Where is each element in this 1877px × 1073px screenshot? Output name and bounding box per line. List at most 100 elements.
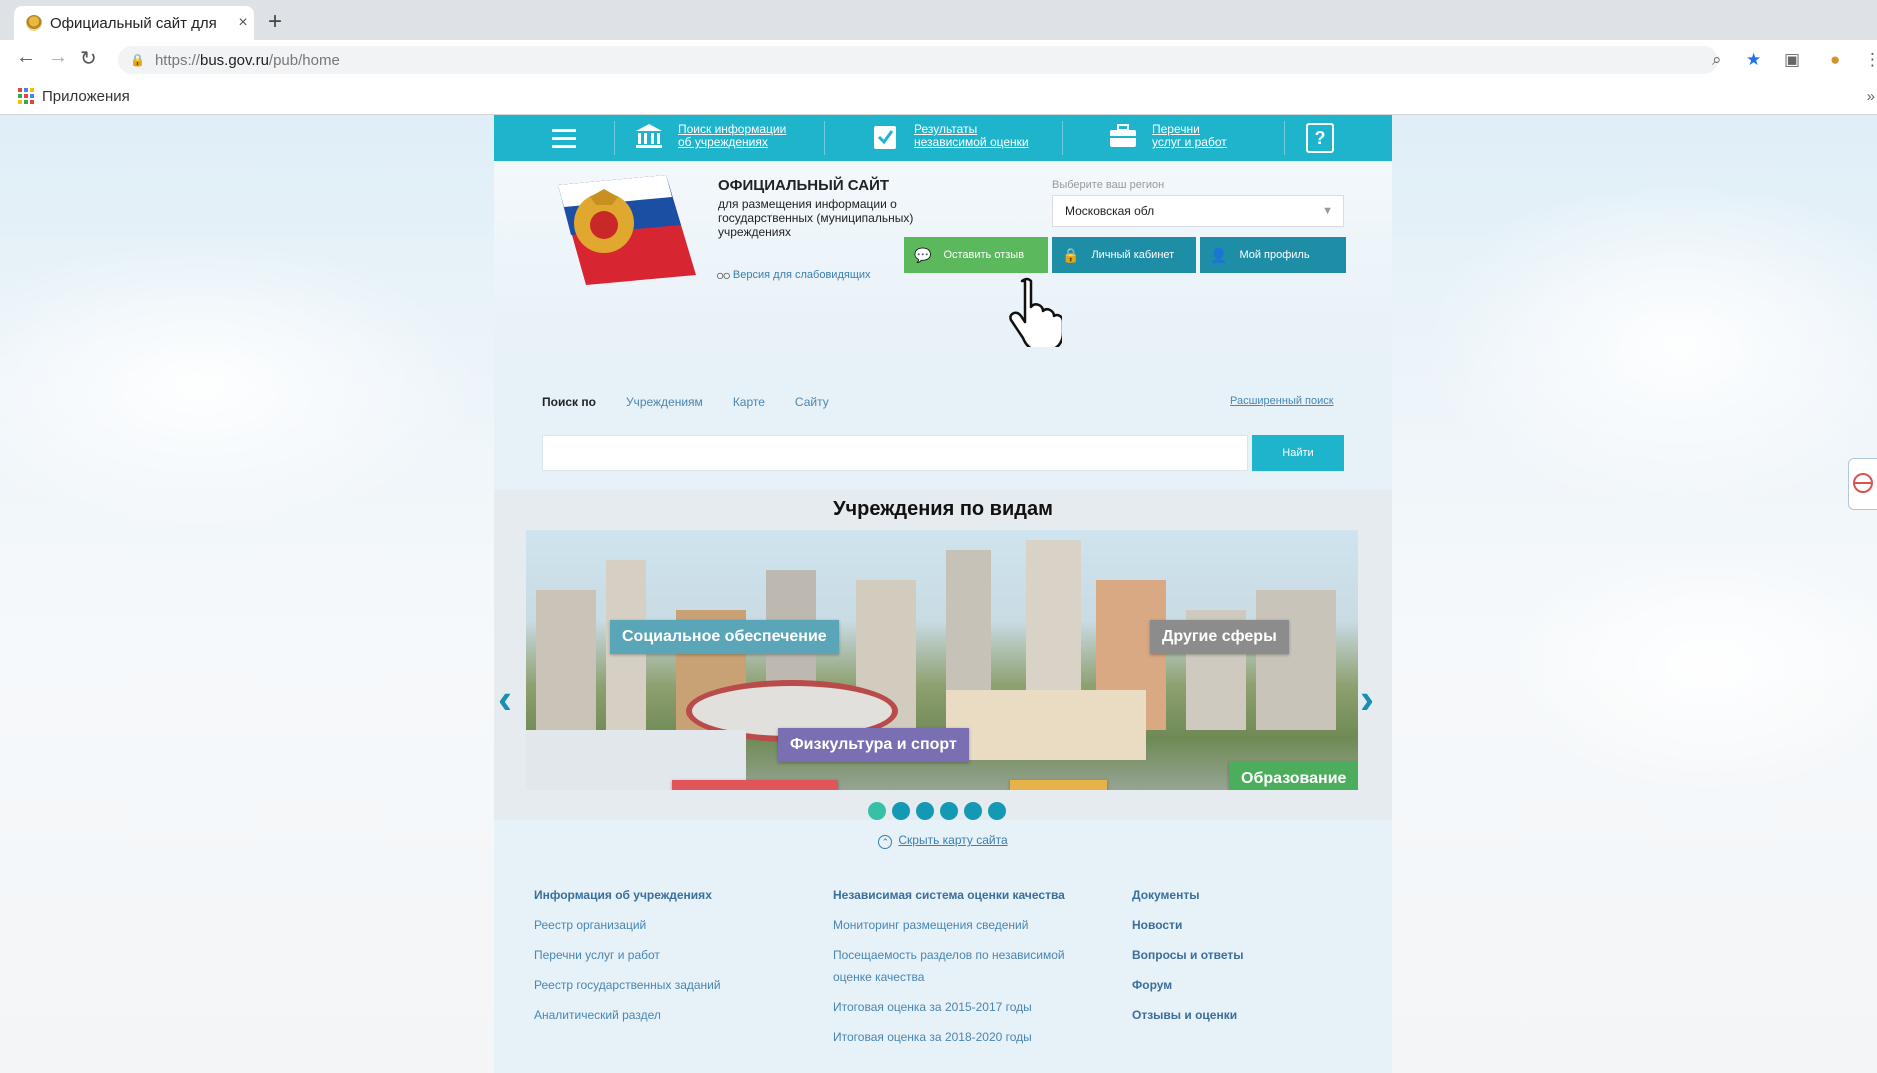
- carousel-dots: [868, 802, 1006, 820]
- browser-toolbar: ← → ↻ 🔒 https:// bus.gov.ru /pub/home ⌕ …: [0, 40, 1877, 78]
- carousel-prev-arrow-icon[interactable]: ‹: [498, 675, 512, 723]
- building: [536, 590, 596, 730]
- category-healthcare[interactable]: Здравоохранение: [672, 780, 839, 790]
- bookmarks-bar: Приложения »: [0, 78, 1877, 115]
- site-header: ОФИЦИАЛЬНЫЙ САЙТ для размещения информац…: [494, 161, 1392, 361]
- new-tab-button[interactable]: +: [268, 8, 282, 36]
- sitemap-link[interactable]: Перечни услуг и работ: [534, 940, 814, 970]
- nav-item-independent-rating[interactable]: Результаты независимой оценки: [870, 121, 1029, 151]
- hide-sitemap-label: Скрыть карту сайта: [898, 833, 1008, 847]
- sitemap-link[interactable]: Итоговая оценка за 2015-2017 годы: [833, 992, 1093, 1022]
- low-vision-label: Версия для слабовидящих: [732, 269, 871, 281]
- nav-label-institutions: Поиск информации об учреждениях: [678, 122, 787, 149]
- side-feedback-widget[interactable]: [1848, 458, 1877, 510]
- chevron-up-icon: ⌃: [878, 835, 893, 849]
- image-extension-icon[interactable]: ▣: [1784, 50, 1800, 70]
- forward-arrow-icon[interactable]: →: [48, 46, 68, 69]
- search-input[interactable]: [542, 435, 1248, 471]
- zoom-icon[interactable]: ⌕: [1712, 50, 1722, 70]
- hamburger-menu-icon[interactable]: [552, 129, 576, 153]
- sitemap-link[interactable]: Отзывы и оценки: [1132, 1000, 1352, 1030]
- sitemap-link[interactable]: Новости: [1132, 910, 1352, 940]
- back-arrow-icon[interactable]: ←: [16, 46, 36, 69]
- my-profile-button[interactable]: 👤 Мой профиль: [1200, 237, 1346, 273]
- category-education[interactable]: Образование: [1229, 762, 1358, 790]
- sitemap-link[interactable]: Документы: [1132, 880, 1352, 910]
- nav-item-institutions[interactable]: Поиск информации об учреждениях: [634, 121, 786, 151]
- sitemap-link[interactable]: Форум: [1132, 970, 1352, 1000]
- carousel-dot[interactable]: [916, 802, 934, 820]
- sitemap-heading[interactable]: Независимая система оценки качества: [833, 880, 1093, 910]
- search-by-label: Поиск по: [542, 395, 596, 409]
- tab-close-icon[interactable]: ×: [232, 14, 254, 32]
- institutions-carousel: Учреждения по видам Социальное обеспечен…: [494, 490, 1392, 820]
- bookmark-apps[interactable]: Приложения: [42, 88, 130, 105]
- leave-feedback-label: Оставить отзыв: [943, 249, 1025, 261]
- browser-tab[interactable]: Официальный сайт для ×: [14, 6, 254, 40]
- nav-divider: [1284, 121, 1285, 155]
- glasses-icon: ○○: [716, 267, 731, 283]
- chevron-down-icon: ▼: [1322, 205, 1333, 217]
- nav-item-service-lists[interactable]: Перечни услуг и работ: [1108, 121, 1227, 151]
- nav-divider: [614, 121, 615, 155]
- low-vision-link[interactable]: ○○ Версия для слабовидящих: [716, 267, 871, 283]
- carousel-dot[interactable]: [988, 802, 1006, 820]
- menu-kebab-icon[interactable]: ⋮: [1864, 50, 1877, 70]
- search-tab-site[interactable]: Сайту: [795, 395, 829, 409]
- search-row: Найти: [542, 435, 1346, 471]
- sitemap-column-institutions: Информация об учреждениях Реестр организ…: [534, 880, 814, 1030]
- sitemap-heading[interactable]: Информация об учреждениях: [534, 880, 814, 910]
- browser-tab-strip: Официальный сайт для × +: [0, 0, 1877, 40]
- category-culture[interactable]: Культура: [1010, 780, 1107, 790]
- nav-label-independent-rating: Результаты независимой оценки: [914, 122, 1029, 149]
- category-sport[interactable]: Физкультура и спорт: [778, 728, 969, 762]
- carousel-dot[interactable]: [868, 802, 886, 820]
- nav-label-service-lists: Перечни услуг и работ: [1152, 122, 1227, 149]
- nav-divider: [1062, 121, 1063, 155]
- accessibility-icon: [1853, 473, 1873, 493]
- lock-icon: 🔒: [130, 53, 145, 67]
- region-select[interactable]: Московская обл ▼: [1052, 195, 1344, 227]
- profile-avatar-icon[interactable]: ●: [1830, 50, 1840, 70]
- leave-feedback-button[interactable]: 💬 Оставить отзыв: [904, 237, 1048, 273]
- sitemap-column-info: Документы Новости Вопросы и ответы Форум…: [1132, 880, 1352, 1030]
- sitemap-column-quality: Независимая система оценки качества Мони…: [833, 880, 1093, 1052]
- apps-grid-icon[interactable]: [18, 88, 34, 104]
- address-bar[interactable]: 🔒 https:// bus.gov.ru /pub/home: [118, 46, 1718, 74]
- sitemap-link[interactable]: Реестр организаций: [534, 910, 814, 940]
- lock-icon: 🔒: [1062, 246, 1080, 263]
- advanced-search-link[interactable]: Расширенный поиск: [1230, 395, 1334, 407]
- reload-icon[interactable]: ↻: [80, 46, 97, 71]
- hide-sitemap-link[interactable]: ⌃ Скрыть карту сайта: [494, 833, 1392, 849]
- url-host: bus.gov.ru: [199, 51, 269, 69]
- sitemap-link[interactable]: Аналитический раздел: [534, 1000, 814, 1030]
- carousel-title: Учреждения по видам: [833, 498, 1053, 520]
- bookmark-star-icon[interactable]: ★: [1746, 50, 1761, 70]
- url-path: /pub/home: [268, 51, 340, 69]
- carousel-dot[interactable]: [940, 802, 958, 820]
- search-tab-institutions[interactable]: Учреждениям: [626, 395, 703, 409]
- search-button[interactable]: Найти: [1252, 435, 1344, 471]
- russian-emblem-flag-logo: [558, 175, 696, 285]
- carousel-next-arrow-icon[interactable]: ›: [1360, 675, 1374, 723]
- bookmarks-overflow[interactable]: »: [1867, 88, 1875, 105]
- background-cloud: [1500, 535, 1877, 795]
- category-social[interactable]: Социальное обеспечение: [610, 620, 839, 654]
- carousel-dot[interactable]: [964, 802, 982, 820]
- personal-cabinet-button[interactable]: 🔒 Личный кабинет: [1052, 237, 1196, 273]
- briefcase-icon: [1108, 121, 1138, 151]
- background-cloud: [0, 235, 480, 535]
- sitemap-link[interactable]: Итоговая оценка за 2018-2020 годы: [833, 1022, 1093, 1052]
- sitemap-link[interactable]: Посещаемость разделов по независимой оце…: [833, 940, 1093, 992]
- site-title: ОФИЦИАЛЬНЫЙ САЙТ: [718, 177, 890, 194]
- sitemap-link[interactable]: Реестр государственных заданий: [534, 970, 814, 1000]
- sitemap-link[interactable]: Вопросы и ответы: [1132, 940, 1352, 970]
- city-illustration: Социальное обеспечение Другие сферы Физк…: [526, 530, 1358, 790]
- help-icon[interactable]: ?: [1306, 123, 1334, 153]
- checklist-icon: [870, 121, 900, 151]
- site-main-column: Поиск информации об учреждениях Результа…: [494, 115, 1392, 1073]
- sitemap-link[interactable]: Мониторинг размещения сведений: [833, 910, 1093, 940]
- carousel-dot[interactable]: [892, 802, 910, 820]
- category-other[interactable]: Другие сферы: [1150, 620, 1289, 654]
- search-tab-map[interactable]: Карте: [733, 395, 765, 409]
